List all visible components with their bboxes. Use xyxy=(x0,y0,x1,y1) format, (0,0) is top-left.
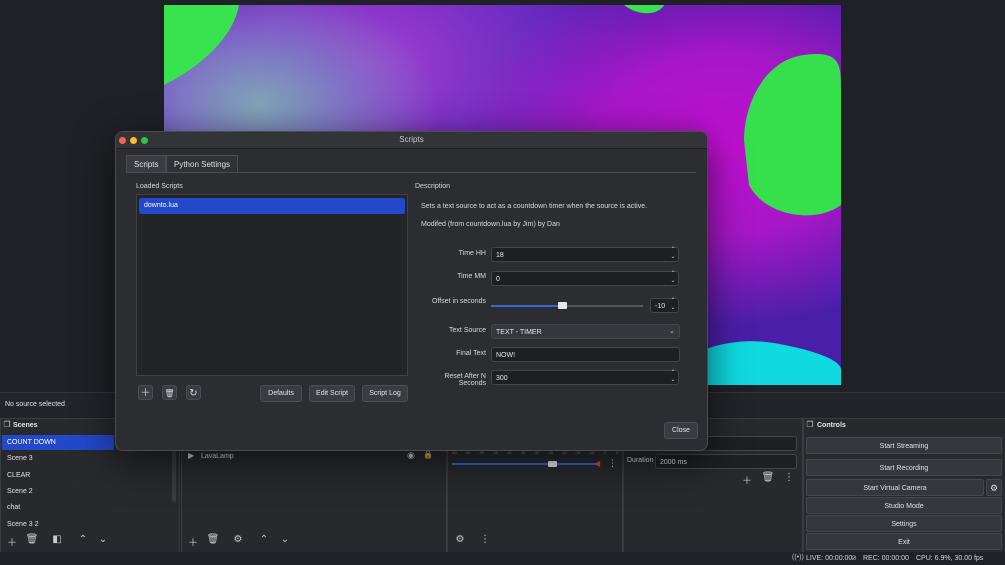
defaults-button[interactable]: Defaults xyxy=(260,385,302,402)
remove-source-icon[interactable]: 🗑 xyxy=(206,534,220,545)
scripts-dialog: Scripts Scripts Python Settings Loaded S… xyxy=(115,131,708,451)
time-hh-field[interactable]: 18 xyxy=(491,247,679,262)
description-line-1: Sets a text source to act as a countdown… xyxy=(421,203,648,210)
edit-script-button[interactable]: Edit Script xyxy=(309,385,355,402)
loaded-scripts-label: Loaded Scripts xyxy=(136,183,183,190)
scene-item[interactable]: Scene 3 xyxy=(2,451,114,466)
mixer-scale: -60 -55 -50 -45 -40 -35 -30 -25 -20 -15 -10 -5 0 xyxy=(451,450,619,458)
play-icon[interactable]: ▶ xyxy=(188,451,194,460)
visibility-eye-icon[interactable]: ◉ xyxy=(407,450,415,461)
add-scene-icon[interactable]: ＋ xyxy=(5,534,19,549)
scene-item[interactable]: Scene 2 xyxy=(2,484,114,499)
mixer-more-icon[interactable]: ⋮ xyxy=(478,534,492,545)
time-mm-spinner-icon[interactable]: ⌃ ⌄ xyxy=(668,271,678,286)
description-line-2: Modifed (from countdown.lua by Jim) by D… xyxy=(421,221,560,228)
no-source-label: No source selected xyxy=(5,401,65,408)
controls-title: Controls xyxy=(817,422,846,429)
rec-icon: ⊘ xyxy=(851,555,857,562)
cpu-fps-status: CPU: 6.9%, 30.00 fps xyxy=(916,555,984,562)
time-mm-field[interactable]: 0 xyxy=(491,271,679,286)
offset-slider-fill xyxy=(491,305,563,307)
mixer-menu-icon[interactable]: ⋮ xyxy=(608,458,617,469)
offset-label: Offset in seconds xyxy=(432,298,486,305)
source-down-icon[interactable]: ⌄ xyxy=(278,534,292,545)
source-up-icon[interactable]: ⌃ xyxy=(257,534,271,545)
move-up-icon[interactable]: ⌃ xyxy=(76,534,90,545)
remove-script-icon[interactable]: 🗑 xyxy=(162,385,177,400)
scene-item[interactable]: COUNT DOWN xyxy=(2,435,114,450)
reset-seconds-label: Reset After N Seconds xyxy=(444,373,486,387)
reset-seconds-field[interactable]: 300 xyxy=(491,370,679,385)
volume-slider-track[interactable] xyxy=(452,463,600,465)
final-text-field[interactable]: NOW! xyxy=(491,347,680,362)
close-button[interactable]: Close xyxy=(664,422,698,439)
offset-slider-handle[interactable] xyxy=(558,302,568,309)
dialog-title: Scripts xyxy=(399,135,424,144)
final-text-label: Final Text xyxy=(456,350,486,357)
script-list-item[interactable]: downto.lua xyxy=(139,198,405,214)
duration-field[interactable]: 2000 ms xyxy=(655,454,797,469)
start-recording-button[interactable]: Start Recording xyxy=(806,459,1002,476)
duration-label: Duration xyxy=(627,457,654,464)
source-item-label[interactable]: LavaLamp xyxy=(201,453,234,460)
virtual-camera-gear-icon[interactable]: ⚙ xyxy=(986,479,1002,496)
tab-python-settings[interactable]: Python Settings xyxy=(166,155,239,173)
mixer-settings-gear-icon[interactable]: ⚙ xyxy=(453,534,467,545)
reset-seconds-spinner-icon[interactable]: ⌃ ⌄ xyxy=(668,370,678,385)
text-source-select[interactable]: TEXT - TIMER xyxy=(491,324,680,339)
add-script-icon[interactable]: ＋ xyxy=(138,385,153,400)
move-down-icon[interactable]: ⌄ xyxy=(96,534,110,545)
scene-item[interactable]: chat xyxy=(2,500,114,515)
add-transition-icon[interactable]: ＋ xyxy=(740,472,754,487)
start-streaming-button[interactable]: Start Streaming xyxy=(806,437,1002,454)
description-label: Description xyxy=(415,183,451,190)
script-log-button[interactable]: Script Log xyxy=(362,385,408,402)
time-mm-label: Time MM xyxy=(457,273,486,280)
scene-item[interactable]: Scene 3 2 xyxy=(2,517,114,532)
scene-item[interactable]: CLEAR xyxy=(2,468,114,483)
tab-divider xyxy=(126,172,696,173)
dock-icon: ❐ xyxy=(3,420,11,429)
controls-dock-icon: ❐ xyxy=(806,420,814,429)
rec-timer: REC: 00:00:00 xyxy=(863,555,909,562)
studio-mode-button[interactable]: Studio Mode xyxy=(806,497,1002,514)
settings-button[interactable]: Settings xyxy=(806,515,1002,532)
remove-scene-icon[interactable]: 🗑 xyxy=(25,534,39,545)
transition-menu-icon[interactable]: ⋮ xyxy=(782,472,796,483)
add-source-icon[interactable]: ＋ xyxy=(186,534,200,549)
lock-icon[interactable]: 🔒 xyxy=(423,450,433,459)
mute-speaker-icon[interactable]: ◀ xyxy=(594,459,600,468)
time-hh-spinner-icon[interactable]: ⌃ ⌄ xyxy=(668,247,678,262)
time-hh-label: Time HH xyxy=(458,250,486,257)
start-virtual-camera-button[interactable]: Start Virtual Camera xyxy=(806,479,984,496)
remove-transition-icon[interactable]: 🗑 xyxy=(761,472,775,483)
live-signal-icon: ((•)) xyxy=(792,554,804,561)
scene-filter-icon[interactable]: ◧ xyxy=(50,534,64,545)
tab-scripts[interactable]: Scripts xyxy=(126,155,167,173)
live-timer: LIVE: 00:00:00 xyxy=(806,555,853,562)
scenes-title: Scenes xyxy=(13,422,38,429)
reload-script-icon[interactable]: ↻ xyxy=(186,385,201,400)
scripts-list xyxy=(136,194,408,376)
chevron-down-icon: ⌄ xyxy=(669,328,675,335)
exit-button[interactable]: Exit xyxy=(806,533,1002,550)
volume-slider-handle[interactable] xyxy=(548,461,557,467)
source-settings-gear-icon[interactable]: ⚙ xyxy=(231,534,245,545)
offset-spinner-icon[interactable]: ⌃ ⌄ xyxy=(668,298,678,313)
text-source-label: Text Source xyxy=(449,327,486,334)
